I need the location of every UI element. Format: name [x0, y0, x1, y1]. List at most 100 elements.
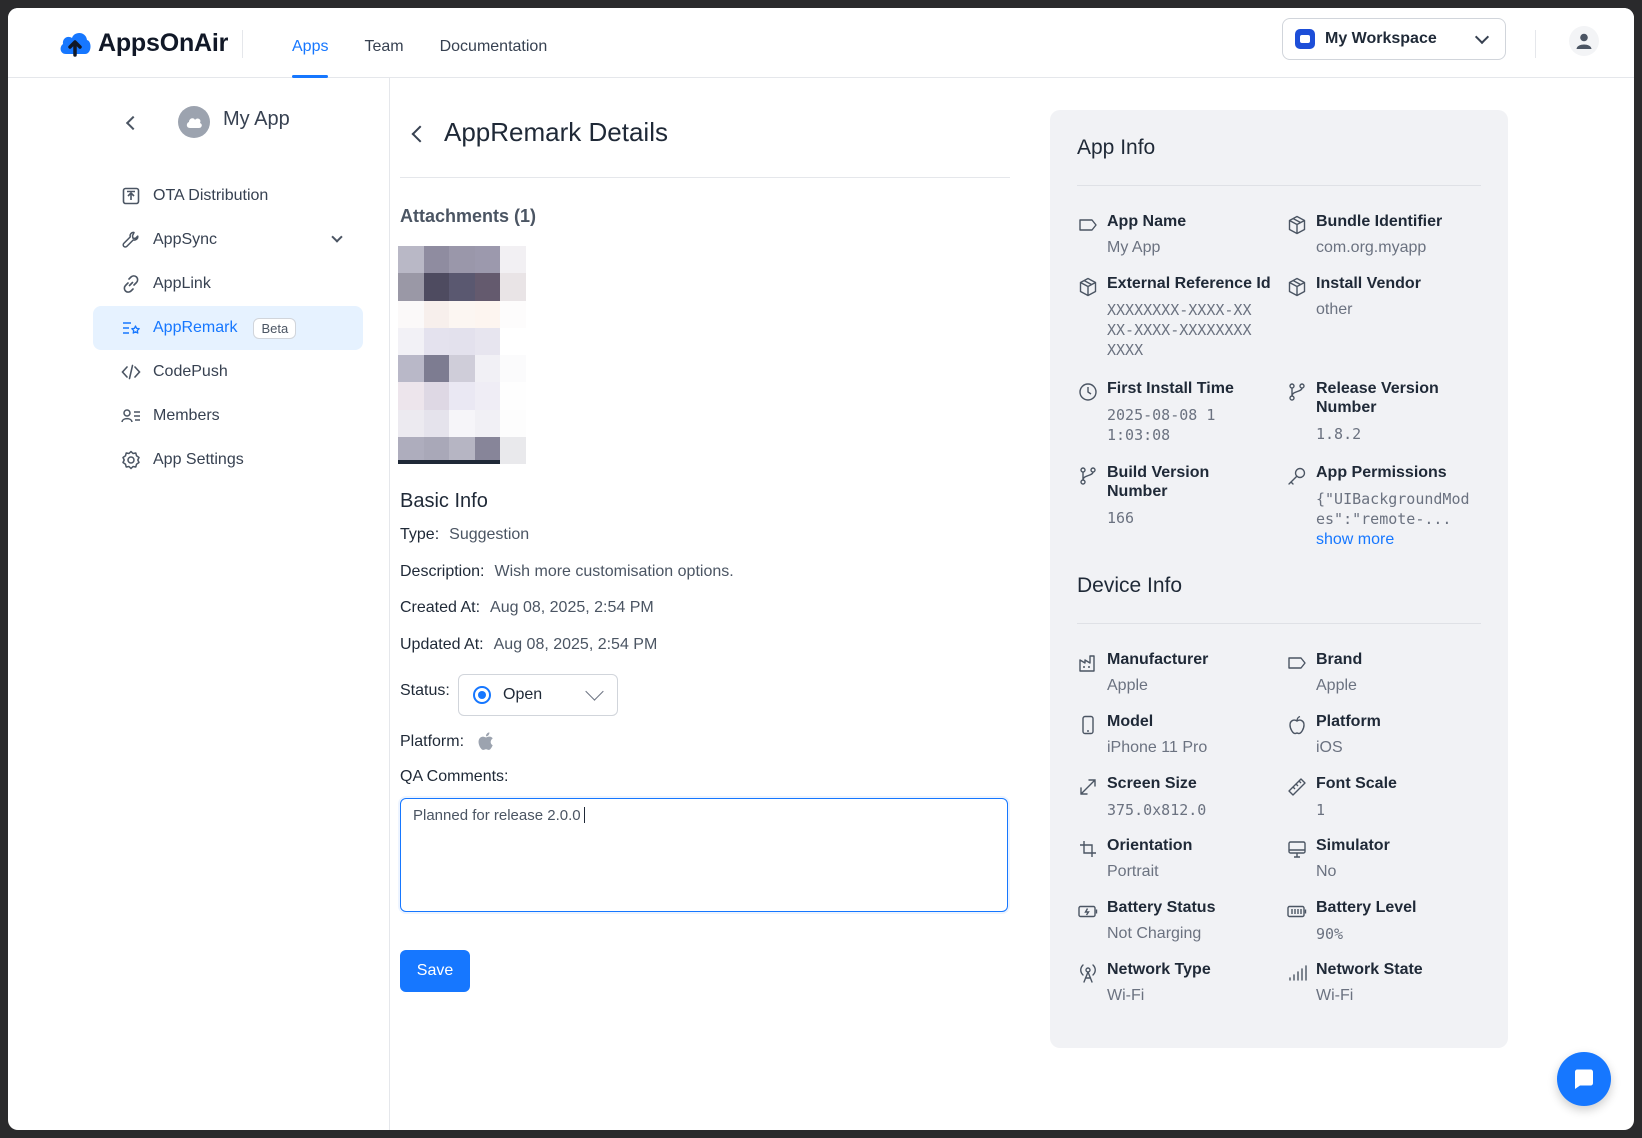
app-info-title: App Info — [1077, 136, 1156, 159]
field-value: 375.0x812.0 — [1107, 801, 1207, 819]
sidebar-item-ota-distribution[interactable]: OTA Distribution — [93, 174, 363, 218]
field-label: Bundle Identifier — [1316, 213, 1443, 230]
save-button[interactable]: Save — [400, 950, 470, 992]
show-more-link[interactable]: show more — [1316, 531, 1394, 548]
field-value: iPhone 11 Pro — [1107, 739, 1208, 756]
sidebar-item-applink[interactable]: AppLink — [93, 262, 363, 306]
field-label: Network State — [1316, 961, 1423, 978]
device-info-title: Device Info — [1077, 574, 1183, 597]
page-title: AppRemark Details — [444, 117, 668, 147]
field-value: Portrait — [1107, 863, 1159, 880]
chevron-down-icon — [1474, 29, 1490, 44]
field-value: {"UIBackgroundModes":"remote-... — [1316, 490, 1470, 528]
nav-documentation[interactable]: Documentation — [422, 8, 566, 78]
field-label: Simulator — [1316, 837, 1390, 854]
attachment-selected-indicator — [398, 460, 500, 464]
field-label: Build Version Number — [1107, 464, 1210, 500]
gear-icon — [121, 450, 141, 470]
field-value: 1 — [1316, 801, 1326, 819]
user-icon — [1576, 33, 1592, 49]
cloud-upload-logo-icon — [58, 28, 92, 58]
type-label: Type: — [400, 526, 440, 543]
field-label: Install Vendor — [1316, 275, 1421, 292]
top-navbar: AppsOnAir Apps Team Documentation My Wor… — [8, 8, 1634, 78]
field-label: App Name — [1107, 213, 1187, 230]
created-label: Created At: — [400, 599, 481, 616]
app-logo-icon — [186, 118, 202, 128]
status-radio-icon — [473, 686, 491, 704]
created-value: Aug 08, 2025, 2:54 PM — [490, 599, 654, 616]
remark-list-icon — [121, 318, 141, 338]
sidebar-menu: OTA Distribution AppSync AppLink AppRema… — [93, 174, 363, 482]
nav-apps[interactable]: Apps — [274, 8, 346, 78]
back-chevron-icon[interactable] — [125, 115, 141, 131]
permissions-value-group: {"UIBackgroundModes":"remote-... show mo… — [1316, 489, 1476, 550]
field-value: 2025-08-08 11:03:08 — [1107, 406, 1216, 444]
field-value: 90% — [1316, 925, 1344, 943]
description-value: Wish more customisation options. — [494, 563, 734, 580]
nav-team[interactable]: Team — [346, 8, 421, 78]
upload-box-icon — [121, 186, 141, 206]
link-icon — [121, 274, 141, 294]
field-label: Release Version Number — [1316, 380, 1439, 416]
app-name: My App — [223, 108, 290, 130]
updated-value: Aug 08, 2025, 2:54 PM — [493, 636, 658, 653]
main-nav: Apps Team Documentation — [274, 8, 565, 78]
sidebar-item-appremark[interactable]: AppRemark Beta — [93, 306, 363, 350]
app-avatar — [178, 106, 210, 138]
brand-logo[interactable]: AppsOnAir — [58, 28, 228, 58]
sidebar-item-label: CodePush — [153, 363, 228, 380]
field-label: Platform — [1316, 713, 1381, 730]
field-value: other — [1316, 301, 1353, 318]
user-avatar[interactable] — [1569, 26, 1599, 56]
field-label: Orientation — [1107, 837, 1193, 854]
ruler-icon — [1288, 778, 1306, 796]
sidebar-item-codepush[interactable]: CodePush — [93, 350, 363, 394]
qa-comments-value: Planned for release 2.0.0 — [413, 807, 581, 824]
field-label: First Install Time — [1107, 380, 1234, 397]
sidebar-item-appsync[interactable]: AppSync — [93, 218, 363, 262]
apple-icon — [478, 732, 493, 750]
sidebar-item-members[interactable]: Members — [93, 394, 363, 438]
field-label: Brand — [1316, 651, 1363, 668]
status-select[interactable]: Open — [458, 674, 618, 716]
battery-full-icon — [1287, 905, 1307, 918]
chevron-down-icon — [585, 682, 604, 701]
workspace-icon — [1295, 29, 1315, 49]
created-row: Created At: Aug 08, 2025, 2:54 PM — [400, 599, 654, 617]
status-value: Open — [503, 686, 543, 703]
package-icon — [1079, 277, 1097, 297]
members-icon — [121, 406, 141, 426]
tag-icon — [1079, 219, 1097, 231]
field-value: My App — [1107, 239, 1161, 256]
text-caret — [583, 807, 585, 823]
sidebar-item-label: AppSync — [153, 231, 218, 248]
field-label: Network Type — [1107, 961, 1211, 978]
rotate-icon — [1080, 841, 1096, 857]
qa-comments-textarea[interactable]: Planned for release 2.0.0 — [400, 798, 1008, 912]
git-branch-icon — [1289, 383, 1305, 401]
chat-support-button[interactable] — [1557, 1052, 1611, 1106]
chevron-down-icon[interactable] — [331, 231, 343, 243]
field-label: Manufacturer — [1107, 651, 1209, 668]
battery-charging-icon — [1078, 905, 1098, 918]
page-header: AppRemark Details — [400, 117, 1010, 178]
field-label: Model — [1107, 713, 1154, 730]
description-label: Description: — [400, 563, 485, 580]
sidebar-item-label: Members — [153, 407, 220, 424]
sidebar: My App OTA Distribution AppSync AppLink … — [8, 78, 390, 1130]
sidebar-item-app-settings[interactable]: App Settings — [93, 438, 363, 482]
type-value: Suggestion — [449, 526, 530, 543]
field-label: Screen Size — [1107, 775, 1197, 792]
package-icon — [1288, 215, 1306, 235]
workspace-selector[interactable]: My Workspace — [1282, 18, 1506, 60]
field-value: No — [1316, 863, 1337, 880]
attachment-thumbnail[interactable] — [398, 246, 526, 464]
back-arrow-icon[interactable] — [411, 125, 429, 143]
signal-bars-icon — [1289, 965, 1307, 981]
nav-divider — [242, 30, 243, 58]
field-value: 166 — [1107, 509, 1135, 527]
attachments-title: Attachments (1) — [400, 206, 537, 226]
factory-icon — [1079, 655, 1095, 672]
updated-label: Updated At: — [400, 636, 484, 653]
